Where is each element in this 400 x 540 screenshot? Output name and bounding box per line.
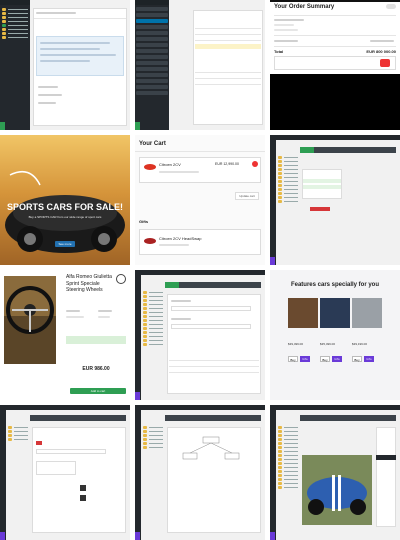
cart-item1-name: Citroen 2CV	[159, 162, 181, 167]
wp-admin-diagram-panel	[135, 405, 265, 540]
update-cart-button[interactable]: Update cart	[235, 192, 259, 200]
wp-admin-menu-panel	[135, 0, 265, 130]
car-card-2[interactable]: $35,499.00 Buy Info	[320, 298, 350, 384]
cart-item1-price: EUR 12,990.00	[215, 162, 239, 166]
total-value: EUR 800 000.00	[366, 49, 396, 54]
car-card-3-buy[interactable]: Buy	[352, 356, 362, 362]
cart-item-thumbnail	[144, 164, 156, 170]
total-label: Total	[274, 49, 284, 54]
cart-panel: Your Cart Citroen 2CV EUR 12,990.00 Upda…	[135, 135, 265, 265]
cart-title: Your Cart	[139, 141, 166, 147]
connector-diagram	[182, 436, 240, 460]
see-more-button[interactable]: See more	[55, 241, 75, 247]
car-card-1[interactable]: $39,499.00 Buy Info	[288, 298, 318, 384]
car-card-1-info[interactable]: Info	[300, 356, 310, 362]
order-summary-card: Your Order Summary Total EUR 800 000.00	[270, 0, 400, 130]
remove-item-icon[interactable]	[252, 161, 258, 167]
cart-item2-name: Citroen 2CV HeadSwap	[159, 236, 202, 241]
sports-cars-banner: SPORTS CARS FOR SALE! Buy a SPORTS CAR f…	[0, 135, 130, 265]
product-title: Alfa Romeo Giulietta Sprint Speciale Ste…	[66, 274, 112, 293]
product-page: Alfa Romeo Giulietta Sprint Speciale Ste…	[0, 270, 130, 400]
gifts-heading: Gifts	[139, 219, 149, 224]
car-card-2-price: $35,499.00	[320, 342, 336, 346]
car-card-1-buy[interactable]: Buy	[288, 356, 298, 362]
wp-admin-form-panel	[135, 270, 265, 400]
wp-admin-editor-panel-2	[0, 405, 130, 540]
banner-headline: SPORTS CARS FOR SALE!	[6, 202, 123, 212]
car-card-2-buy[interactable]: Buy	[320, 356, 330, 362]
gift-item-thumbnail	[144, 238, 156, 244]
shelby-cobra-image	[302, 455, 372, 525]
product-price: EUR 986.00	[82, 366, 110, 372]
wp-admin-editor-panel	[0, 0, 130, 130]
brand-logo	[116, 274, 126, 284]
steering-wheel-image	[4, 276, 56, 364]
featured-title: Features cars specially for you	[290, 282, 380, 288]
featured-cars-section: Features cars specially for you $39,499.…	[270, 270, 400, 400]
admin-sidebar	[0, 0, 30, 130]
banner-subline: Buy a SPORTS CAR from our wide range of …	[28, 215, 102, 219]
car-card-2-info[interactable]: Info	[332, 356, 342, 362]
wp-admin-tree-panel	[270, 135, 400, 265]
car-card-3-info[interactable]: Info	[364, 356, 374, 362]
car-card-3[interactable]: $39,199.00 Buy Info	[352, 298, 382, 384]
wp-admin-image-panel	[270, 405, 400, 540]
car-card-3-price: $39,199.00	[352, 342, 368, 346]
close-icon[interactable]	[386, 4, 396, 9]
order-summary-title: Your Order Summary	[274, 4, 335, 10]
car-card-1-price: $39,499.00	[288, 342, 304, 346]
checkout-button[interactable]	[380, 59, 390, 67]
add-to-cart-button[interactable]: Add to cart	[70, 388, 126, 394]
